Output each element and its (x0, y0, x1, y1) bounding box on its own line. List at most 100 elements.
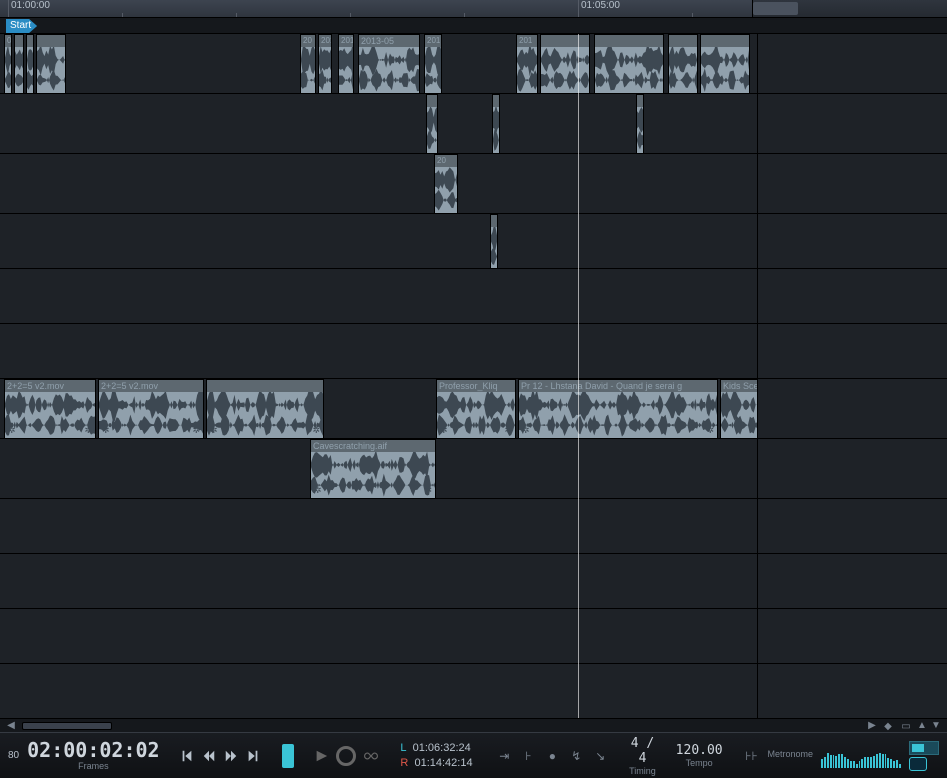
scroll-left-icon[interactable]: ◀ (6, 721, 16, 731)
audio-clip[interactable] (492, 94, 500, 154)
cursor-follow-icon[interactable]: ⊦ (520, 749, 536, 763)
rewind-button[interactable] (202, 745, 216, 767)
clip-settings-icon[interactable]: ✲ (522, 425, 530, 436)
main-time-display[interactable]: 02:00:02:02 Frames (27, 740, 159, 771)
clip-label: Pr 12 - Lhstana David - Quand je serai g (519, 380, 717, 392)
zoom-full-icon[interactable]: ▭ (899, 721, 913, 731)
clip-label: 201 (517, 35, 537, 47)
audio-clip[interactable]: 0 (4, 34, 12, 94)
scroll-thumb[interactable] (22, 722, 112, 730)
track-header[interactable] (758, 499, 947, 554)
audio-clip[interactable]: Pr 12 - Lhstana David - Quand je serai g… (518, 379, 718, 439)
clip-settings-icon[interactable]: ✲ (424, 485, 432, 496)
autopunch-icon[interactable]: ↘ (592, 749, 608, 763)
time-signature-display[interactable]: 4 / 4 Timing (629, 736, 656, 776)
horizontal-scrollbar[interactable]: ◀ ▶ ◆ ▭ ▲ ▼ (0, 718, 947, 732)
audio-clip[interactable] (594, 34, 664, 94)
track-header[interactable] (758, 554, 947, 609)
audio-clip[interactable] (490, 214, 498, 269)
audio-clip[interactable] (636, 94, 644, 154)
clip-settings-icon[interactable]: ✲ (706, 425, 714, 436)
tempo-display[interactable]: 120.00 Tempo (676, 743, 723, 768)
clip-label (427, 95, 437, 107)
audio-clip[interactable]: 2013-05 (358, 34, 420, 94)
clip-settings-icon[interactable]: ✲ (192, 425, 200, 436)
audio-clip[interactable]: 2+2=5 v2.mov ✲ ✲ (98, 379, 204, 439)
scroll-right-icon[interactable]: ▶ (867, 721, 877, 731)
marker-start[interactable]: Start (6, 19, 37, 33)
audio-clip[interactable] (426, 94, 438, 154)
scroll-up-icon[interactable]: ▲ (917, 721, 927, 731)
audio-clip[interactable]: 20 (434, 154, 458, 214)
audio-clip[interactable]: Professor_Kliq ✲ ✲ (436, 379, 516, 439)
track-header[interactable] (758, 439, 947, 499)
clip-waveform (517, 47, 537, 93)
precount-icon[interactable]: ⊦⊦ (743, 749, 759, 763)
audio-clip[interactable]: 201 (318, 34, 332, 94)
clip-waveform (99, 392, 203, 438)
audio-clip[interactable]: 201 (338, 34, 354, 94)
audio-clip[interactable] (540, 34, 590, 94)
track-header[interactable] (758, 379, 947, 439)
clip-waveform (519, 392, 717, 438)
track-header[interactable] (758, 324, 947, 379)
track-header[interactable] (758, 269, 947, 324)
forward-button[interactable] (224, 745, 238, 767)
clip-settings-icon[interactable]: ✲ (8, 425, 16, 436)
audio-clip[interactable]: ✲✲ (206, 379, 324, 439)
track-header[interactable] (758, 154, 947, 214)
clip-waveform (595, 47, 663, 93)
clip-settings-icon[interactable]: ✲ (102, 425, 110, 436)
locator-display[interactable]: L 01:06:32:24 R 01:14:42:14 (400, 741, 472, 770)
audio-clip[interactable] (14, 34, 24, 94)
clip-waveform (301, 47, 315, 93)
clip-label: Professor_Kliq (437, 380, 515, 392)
arrange-area[interactable]: 0202012012013-052012012013-0420201202+2=… (0, 34, 947, 718)
clip-settings-icon[interactable]: ✲ (210, 425, 218, 436)
clip-label: 201 (319, 35, 331, 47)
clip-settings-icon[interactable]: ✲ (314, 485, 322, 496)
play-button[interactable] (314, 742, 328, 770)
audio-clip[interactable] (668, 34, 698, 94)
zoom-vert-icon[interactable]: ◆ (881, 721, 895, 731)
goto-start-button[interactable] (180, 745, 194, 767)
clip-settings-icon[interactable]: ✲ (440, 425, 448, 436)
clip-settings-icon[interactable]: ✲ (84, 425, 92, 436)
marker-lane[interactable]: Start (0, 18, 947, 34)
audio-clip[interactable]: 20 (300, 34, 316, 94)
time-signature-value: 4 / 4 (629, 736, 656, 766)
clip-waveform (491, 227, 497, 268)
audio-clip[interactable]: Cavescratching.aif✲✲ (310, 439, 436, 499)
stop-button[interactable] (282, 744, 294, 768)
clip-waveform (425, 47, 441, 93)
metronome-section[interactable]: ⊦⊦Metronome (743, 749, 813, 763)
clip-waveform (37, 47, 65, 93)
track-header[interactable] (758, 214, 947, 269)
overview-visible-region[interactable] (753, 2, 798, 15)
track-header[interactable] (758, 34, 947, 94)
loop-button[interactable] (364, 742, 378, 770)
audio-clip[interactable]: 201 (516, 34, 538, 94)
clip-waveform (493, 107, 499, 153)
clip-label (15, 35, 23, 47)
snap-icon[interactable]: ⇥ (496, 749, 512, 763)
audio-clip[interactable] (26, 34, 34, 94)
track-header[interactable] (758, 94, 947, 154)
clip-label: 201 (425, 35, 441, 47)
goto-end-button[interactable] (246, 745, 260, 767)
audio-clip[interactable] (36, 34, 66, 94)
track-header[interactable] (758, 609, 947, 664)
clip-label: 2+2=5 v2.mov (99, 380, 203, 392)
clip-settings-icon[interactable]: ✲ (312, 425, 320, 436)
autoscroll-icon[interactable]: ● (544, 749, 560, 763)
clip-settings-icon[interactable]: ✲ (504, 425, 512, 436)
record-button[interactable] (336, 742, 356, 770)
audio-clip[interactable]: 2+2=5 v2.mov✲✲ (4, 379, 96, 439)
preroll-value[interactable]: 80 (8, 750, 19, 761)
audio-clip[interactable]: 201 (424, 34, 442, 94)
scroll-down-icon[interactable]: ▼ (931, 721, 941, 731)
audio-clip[interactable] (700, 34, 750, 94)
timeline-overview[interactable] (752, 0, 947, 18)
ripple-icon[interactable]: ↯ (568, 749, 584, 763)
tempo-value: 120.00 (676, 743, 723, 758)
